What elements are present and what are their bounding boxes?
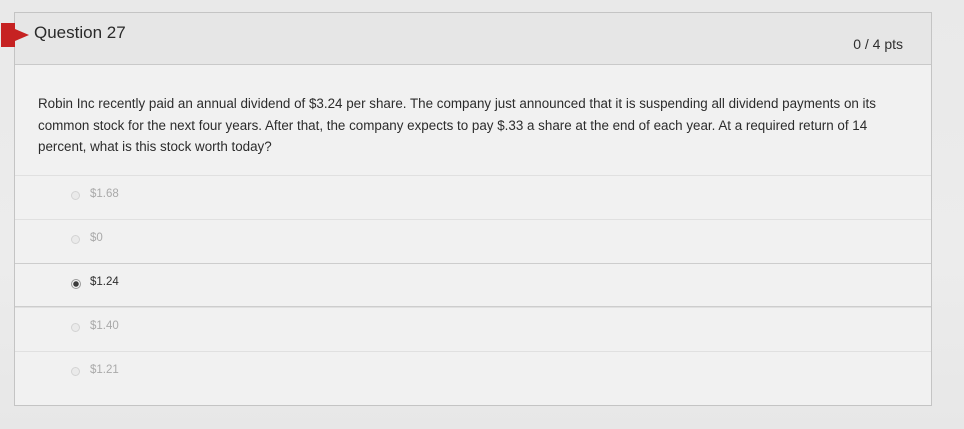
answer-label: $1.68 bbox=[90, 188, 119, 200]
answer-option[interactable]: $1.21 bbox=[15, 351, 931, 395]
answer-option[interactable]: $1.68 bbox=[15, 175, 931, 219]
answer-option-selected[interactable]: $1.24 bbox=[15, 263, 931, 307]
question-text: Robin Inc recently paid an annual divide… bbox=[38, 96, 876, 154]
radio-button-checked[interactable] bbox=[71, 279, 81, 289]
radio-button[interactable] bbox=[71, 367, 80, 376]
answer-list: $1.68 $0 $1.24 $1.40 $1.21 bbox=[15, 175, 931, 395]
quiz-screen: Question 27 0 / 4 pts Robin Inc recently… bbox=[0, 0, 964, 429]
answer-label: $1.40 bbox=[90, 320, 119, 332]
answer-label: $1.24 bbox=[90, 276, 119, 288]
answer-label: $0 bbox=[90, 232, 103, 244]
radio-button[interactable] bbox=[71, 323, 80, 332]
answer-label: $1.21 bbox=[90, 364, 119, 376]
question-title: Question 27 bbox=[34, 23, 126, 42]
radio-button[interactable] bbox=[71, 235, 80, 244]
answer-option[interactable]: $1.40 bbox=[15, 307, 931, 351]
answer-option[interactable]: $0 bbox=[15, 219, 931, 263]
question-points: 0 / 4 pts bbox=[853, 36, 903, 52]
question-card: Question 27 0 / 4 pts Robin Inc recently… bbox=[1, 12, 932, 406]
incorrect-marker-arrow bbox=[1, 23, 29, 47]
question-header: Question 27 0 / 4 pts bbox=[1, 13, 931, 65]
radio-button[interactable] bbox=[71, 191, 80, 200]
